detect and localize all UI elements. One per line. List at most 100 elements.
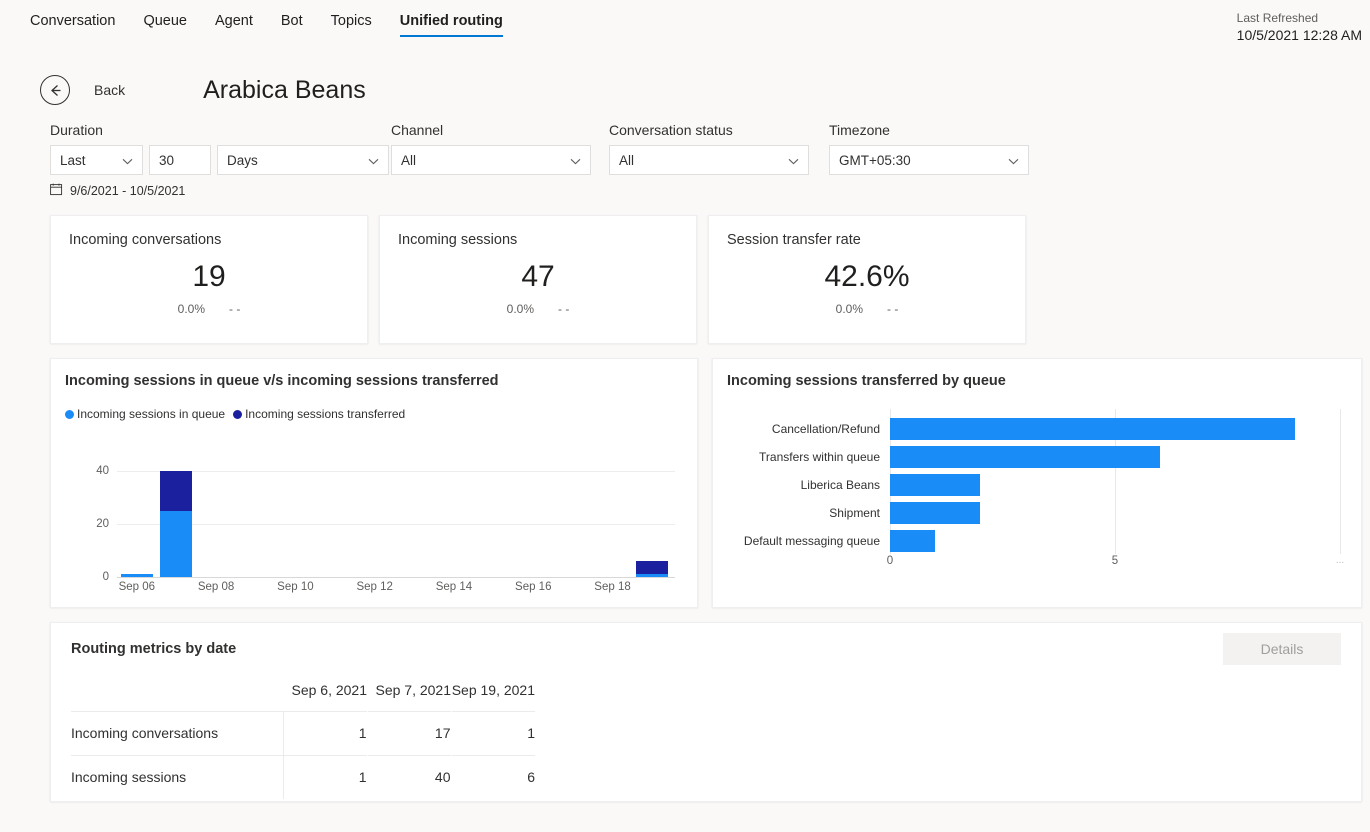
x-tick-label: Sep 10 [277, 581, 313, 593]
timezone-value: GMT+05:30 [839, 153, 911, 168]
channel-select[interactable]: All [391, 145, 591, 175]
tab-queue[interactable]: Queue [129, 0, 201, 42]
horizontal-bar-row: Cancellation/Refund [727, 415, 1349, 443]
chart-title: Incoming sessions transferred by queue [713, 359, 1361, 389]
table-cell: 1 [283, 711, 367, 755]
table-column-header: Sep 7, 2021 [367, 677, 451, 711]
conversation-status-select[interactable]: All [609, 145, 809, 175]
bar-segment-in-queue[interactable] [121, 574, 153, 577]
date-range-text: 9/6/2021 - 10/5/2021 [70, 184, 185, 198]
tab-label: Bot [281, 13, 303, 29]
bar-segment-in-queue[interactable] [160, 511, 192, 577]
chart-sessions-in-queue-vs-transferred: Incoming sessions in queue v/s incoming … [50, 358, 698, 608]
kpi-card-incoming-sessions: Incoming sessions 47 0.0% - - [379, 215, 697, 344]
legend-item-transferred: Incoming sessions transferred [233, 407, 405, 421]
x-tick-label: Sep 06 [119, 581, 155, 593]
tab-bot[interactable]: Bot [267, 0, 317, 42]
legend-label: Incoming sessions transferred [245, 407, 405, 421]
tab-agent[interactable]: Agent [201, 0, 267, 42]
calendar-icon [50, 183, 63, 199]
kpi-value: 47 [398, 260, 678, 294]
arrow-left-icon [47, 82, 64, 99]
bar-category-label: Cancellation/Refund [727, 422, 890, 436]
duration-unit-value: Days [227, 153, 258, 168]
timezone-select[interactable]: GMT+05:30 [829, 145, 1029, 175]
tab-label: Unified routing [400, 13, 503, 29]
timezone-label: Timezone [829, 122, 1029, 138]
last-refreshed-label: Last Refreshed [1237, 10, 1362, 26]
legend-label: Incoming sessions in queue [77, 407, 225, 421]
x-axis-labels: 05... [713, 555, 1361, 571]
bar-fill[interactable] [890, 474, 980, 496]
chevron-down-icon [122, 153, 133, 168]
routing-metrics-table-card: Routing metrics by date Details Sep 6, 2… [50, 622, 1362, 802]
bar-category-label: Liberica Beans [727, 478, 890, 492]
duration-range-select[interactable]: Last [50, 145, 143, 175]
bar-fill[interactable] [890, 446, 1160, 468]
horizontal-bar-rows: Cancellation/RefundTransfers within queu… [727, 415, 1349, 555]
table-column-header: Sep 19, 2021 [451, 677, 535, 711]
table-column-header: Sep 6, 2021 [283, 677, 367, 711]
kpi-trend: - - [229, 302, 240, 316]
tab-unified-routing[interactable]: Unified routing [386, 0, 517, 42]
bar-segment-transferred[interactable] [160, 471, 192, 511]
kpi-card-row: Incoming conversations 19 0.0% - - Incom… [0, 215, 1370, 344]
chevron-down-icon [1008, 153, 1019, 168]
bar-fill[interactable] [890, 530, 935, 552]
kpi-title: Incoming sessions [398, 232, 678, 248]
bar-track [890, 527, 1349, 555]
back-button[interactable] [40, 75, 70, 105]
page-body: Back Arabica Beans Duration Last 30 Days [0, 42, 1370, 832]
bar-segment-in-queue[interactable] [636, 574, 668, 577]
table-title: Routing metrics by date [71, 641, 1341, 657]
duration-label: Duration [50, 122, 391, 138]
table-cell: 1 [283, 755, 367, 799]
x-tick-label: Sep 14 [436, 581, 472, 593]
back-label[interactable]: Back [94, 82, 125, 98]
table-row: Incoming conversations 1 17 1 [71, 711, 535, 755]
bar-segment-transferred[interactable] [636, 561, 668, 574]
page-header: Back Arabica Beans [0, 42, 1370, 116]
kpi-delta: 0.0% [836, 302, 863, 316]
bar-fill[interactable] [890, 502, 980, 524]
table-corner-header [71, 677, 283, 711]
table-row-label: Incoming sessions [71, 755, 283, 799]
filter-duration: Duration Last 30 Days [50, 122, 391, 175]
bar-track [890, 499, 1349, 527]
channel-value: All [401, 153, 416, 168]
table-cell: 17 [367, 711, 451, 755]
chart-row: Incoming sessions in queue v/s incoming … [0, 358, 1370, 608]
tab-topics[interactable]: Topics [317, 0, 386, 42]
plot-area [117, 471, 672, 577]
kpi-value: 42.6% [727, 260, 1007, 294]
duration-unit-select[interactable]: Days [217, 145, 389, 175]
duration-number-input[interactable]: 30 [149, 145, 211, 175]
x-tick-label: Sep 18 [594, 581, 630, 593]
table-cell: 40 [367, 755, 451, 799]
horizontal-bar-row: Shipment [727, 499, 1349, 527]
kpi-card-incoming-conversations: Incoming conversations 19 0.0% - - [50, 215, 368, 344]
x-tick-label: ... [1336, 555, 1344, 566]
chevron-down-icon [570, 153, 581, 168]
routing-metrics-table: Sep 6, 2021 Sep 7, 2021 Sep 19, 2021 Inc… [71, 677, 535, 799]
legend-swatch-icon [233, 410, 242, 419]
y-axis: 40 20 0 [65, 471, 113, 591]
conversation-status-value: All [619, 153, 634, 168]
bar-fill[interactable] [890, 418, 1295, 440]
bar-column[interactable] [160, 471, 192, 577]
duration-range-value: Last [60, 153, 86, 168]
bar-column[interactable] [636, 561, 668, 577]
bar-column[interactable] [121, 574, 153, 577]
kpi-trend: - - [887, 302, 898, 316]
details-button[interactable]: Details [1223, 633, 1341, 665]
filter-bar: Duration Last 30 Days [0, 122, 1370, 175]
top-navigation-bar: Conversation Queue Agent Bot Topics Unif… [0, 0, 1370, 42]
kpi-delta: 0.0% [178, 302, 205, 316]
chart-legend: Incoming sessions in queue Incoming sess… [51, 389, 697, 421]
horizontal-bar-row: Default messaging queue [727, 527, 1349, 555]
filter-timezone: Timezone GMT+05:30 [829, 122, 1029, 175]
x-axis-labels: Sep 06Sep 08Sep 10Sep 12Sep 14Sep 16Sep … [117, 581, 675, 599]
table-row-label: Incoming conversations [71, 711, 283, 755]
kpi-value: 19 [69, 260, 349, 294]
tab-conversation[interactable]: Conversation [16, 0, 129, 42]
